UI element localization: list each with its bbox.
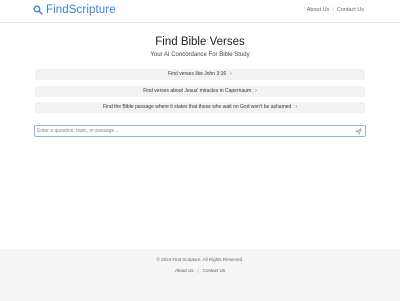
suggestion-label: Find the Bible passage where it states t… [103, 104, 292, 110]
suggestion-button[interactable]: Find verses like John 3:16 › [35, 69, 365, 80]
search-input[interactable] [37, 126, 347, 136]
chevron-right-icon: › [295, 104, 297, 110]
chevron-right-icon: › [230, 71, 232, 77]
chevron-right-icon: › [255, 88, 257, 94]
search-box [34, 125, 366, 137]
suggestion-label: Find verses about Jesus' miracles in Cap… [143, 88, 252, 94]
top-nav: About Us | Contact Us [307, 7, 364, 13]
nav-contact-us-link[interactable]: Contact Us [337, 7, 364, 13]
footer-links: About Us | Contact Us [0, 268, 400, 273]
site-header: FindScripture About Us | Contact Us [0, 0, 400, 23]
page-title: Find Bible Verses [155, 36, 245, 48]
footer-divider: | [197, 268, 199, 273]
suggestion-button[interactable]: Find the Bible passage where it states t… [35, 102, 365, 113]
footer-contact-us-link[interactable]: Contact Us [203, 268, 225, 273]
send-icon[interactable] [355, 128, 362, 135]
search-icon [33, 5, 43, 15]
suggestion-button[interactable]: Find verses about Jesus' miracles in Cap… [35, 86, 365, 97]
nav-about-us-link[interactable]: About Us [307, 7, 330, 13]
copyright-text: © 2024 Find Scripture. All Rights Reserv… [156, 257, 244, 262]
brand-name: FindScripture [46, 4, 116, 16]
nav-divider: | [332, 7, 334, 13]
footer-about-us-link[interactable]: About Us [175, 268, 194, 273]
page-subtitle: Your AI Concordance For Bible Study [150, 52, 250, 58]
suggestion-label: Find verses like John 3:16 [168, 71, 227, 77]
site-footer: © 2024 Find Scripture. All Rights Reserv… [0, 250, 400, 301]
brand-logo[interactable]: FindScripture [33, 4, 116, 16]
